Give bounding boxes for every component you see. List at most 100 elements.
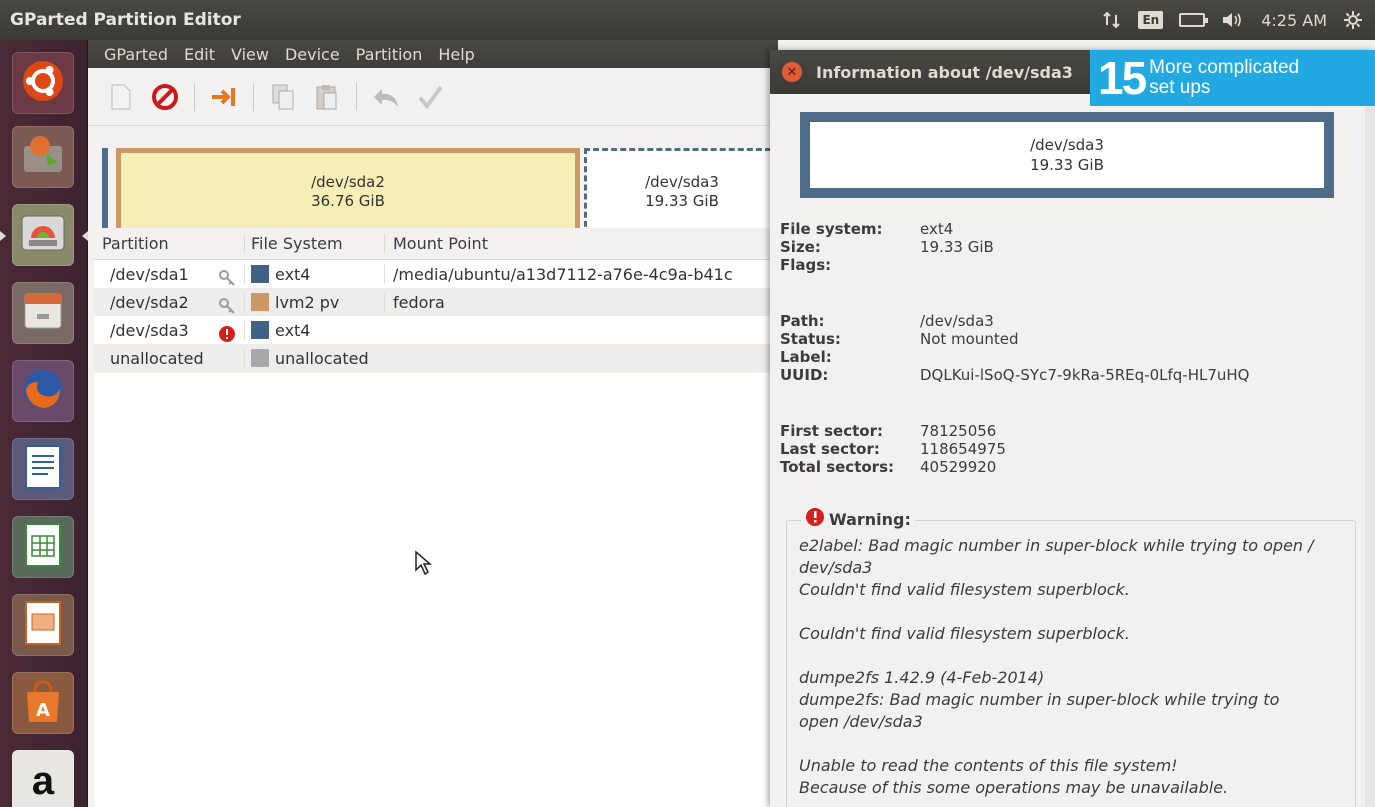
menu-help[interactable]: Help (438, 45, 474, 64)
error-icon (218, 325, 236, 343)
table-empty-area (94, 373, 778, 807)
row-file-system: lvm2 pv (275, 292, 340, 312)
total-sectors-value: 40529920 (920, 458, 997, 476)
warning-line: e2label: Bad magic number in super-block… (799, 536, 1314, 555)
row-file-system: unallocated (275, 348, 369, 368)
sda1-sliver[interactable] (102, 148, 108, 236)
new-partition-icon[interactable] (106, 82, 136, 112)
disk-graphic-sda2-name: /dev/sda2 (311, 173, 385, 191)
launcher-amazon[interactable]: a (12, 750, 74, 807)
svg-text:A: A (36, 700, 50, 721)
path-label: Path: (780, 312, 825, 330)
dialog-vis-size: 19.33 GiB (1030, 156, 1104, 174)
launcher-writer[interactable] (12, 438, 74, 500)
table-row[interactable]: unallocated unallocated (94, 344, 778, 372)
paste-icon[interactable] (312, 82, 342, 112)
launcher-calc[interactable] (12, 516, 74, 578)
amazon-icon: a (31, 758, 55, 803)
libreoffice-impress-icon (22, 600, 64, 650)
warning-line: Because of this some operations may be u… (799, 778, 1229, 797)
disk-graphic-sda3-size: 19.33 GiB (645, 192, 719, 210)
menu-gparted[interactable]: GParted (104, 45, 168, 64)
launcher-files[interactable] (12, 282, 74, 344)
fs-value: ext4 (920, 220, 954, 238)
dialog-vis-name: /dev/sda3 (1030, 136, 1104, 154)
gear-icon[interactable] (1343, 10, 1363, 30)
table-row[interactable]: /dev/sda1 ext4 /media/ubuntu/a13d7112-a7… (94, 260, 778, 288)
launcher-gparted[interactable] (0, 204, 88, 266)
badge-number: 15 (1098, 52, 1147, 104)
row-partition: /dev/sda1 (110, 264, 189, 284)
close-icon[interactable]: ✕ (782, 62, 802, 82)
launcher-installer[interactable] (12, 126, 74, 188)
warning-line: dev/sda3 (799, 558, 873, 577)
path-value: /dev/sda3 (920, 312, 994, 330)
undo-icon[interactable] (371, 82, 401, 112)
dialog-scrollbar[interactable] (1365, 94, 1375, 807)
section-badge: 15 More complicated set ups (1090, 50, 1375, 106)
top-panel: GParted Partition Editor En 4:25 AM (0, 0, 1375, 40)
col-file-system[interactable]: File System (244, 234, 384, 253)
launcher-dash-home[interactable] (12, 52, 74, 114)
badge-text-line2: set ups (1149, 77, 1211, 98)
status-label: Status: (780, 330, 841, 348)
badge-text-line1: More complicated (1149, 57, 1300, 78)
gparted-icon (19, 210, 67, 260)
row-partition: /dev/sda2 (110, 292, 189, 312)
info-group-fs: File system: ext4 Size: 19.33 GiB Flags: (780, 220, 994, 274)
resize-move-icon[interactable] (209, 82, 239, 112)
clock[interactable]: 4:25 AM (1261, 11, 1327, 30)
keyboard-layout[interactable]: En (1138, 11, 1164, 29)
apply-icon[interactable] (415, 82, 445, 112)
row-file-system: ext4 (275, 264, 311, 284)
software-center-icon: A (21, 678, 65, 728)
launcher-impress[interactable] (12, 594, 74, 656)
gparted-window: GParted Edit View Device Partition Help (88, 40, 780, 807)
flags-label: Flags: (780, 256, 832, 274)
disk-graphic-sda2[interactable]: /dev/sda2 36.76 GiB (116, 148, 580, 236)
volume-icon[interactable] (1221, 11, 1245, 29)
info-group-sectors: First sector: 78125056 Last sector: 118654… (780, 422, 1006, 476)
mouse-pointer-icon (414, 550, 433, 580)
col-partition[interactable]: Partition (94, 234, 244, 253)
row-mount-point: /media/ubuntu/a13d7112-a76e-4c9a-b41c (384, 264, 778, 284)
label-label: Label: (780, 348, 832, 366)
menu-device[interactable]: Device (285, 45, 340, 64)
toolbar-separator (194, 82, 195, 111)
installer-icon (20, 132, 66, 182)
badge-text: More complicated set ups (1145, 58, 1299, 98)
delete-partition-icon[interactable] (150, 82, 180, 112)
fs-color-swatch (251, 293, 269, 311)
total-sectors-label: Total sectors: (780, 458, 894, 476)
fs-color-swatch (251, 321, 269, 339)
partition-table: Partition File System Mount Point /dev/s… (94, 228, 778, 372)
warning-line: dumpe2fs 1.42.9 (4-Feb-2014) (799, 668, 1045, 687)
row-partition: unallocated (110, 348, 204, 368)
menu-edit[interactable]: Edit (184, 45, 215, 64)
disk-graphic-sda3[interactable]: /dev/sda3 19.33 GiB (584, 148, 780, 236)
toolbar (88, 68, 778, 126)
menu-view[interactable]: View (231, 45, 269, 64)
key-icon (218, 269, 236, 287)
table-row[interactable]: /dev/sda2 lvm2 pv fedora (94, 288, 778, 316)
warning-icon (805, 507, 825, 531)
copy-icon[interactable] (268, 82, 298, 112)
menu-partition[interactable]: Partition (356, 45, 423, 64)
network-icon[interactable] (1102, 11, 1122, 29)
toolbar-separator (356, 82, 357, 111)
firefox-icon (20, 366, 66, 416)
size-value: 19.33 GiB (920, 238, 994, 256)
battery-icon[interactable] (1179, 13, 1209, 27)
col-mount-point[interactable]: Mount Point (384, 234, 778, 253)
table-header: Partition File System Mount Point (94, 228, 778, 260)
row-mount-point: fedora (384, 292, 778, 312)
fs-label: File system: (780, 220, 883, 238)
launcher-firefox[interactable] (12, 360, 74, 422)
table-row[interactable]: /dev/sda3 ext4 (94, 316, 778, 344)
status-value: Not mounted (920, 330, 1019, 348)
size-label: Size: (780, 238, 821, 256)
first-sector-value: 78125056 (920, 422, 997, 440)
launcher-software-center[interactable]: A (12, 672, 74, 734)
first-sector-label: First sector: (780, 422, 883, 440)
uuid-label: UUID: (780, 366, 829, 384)
